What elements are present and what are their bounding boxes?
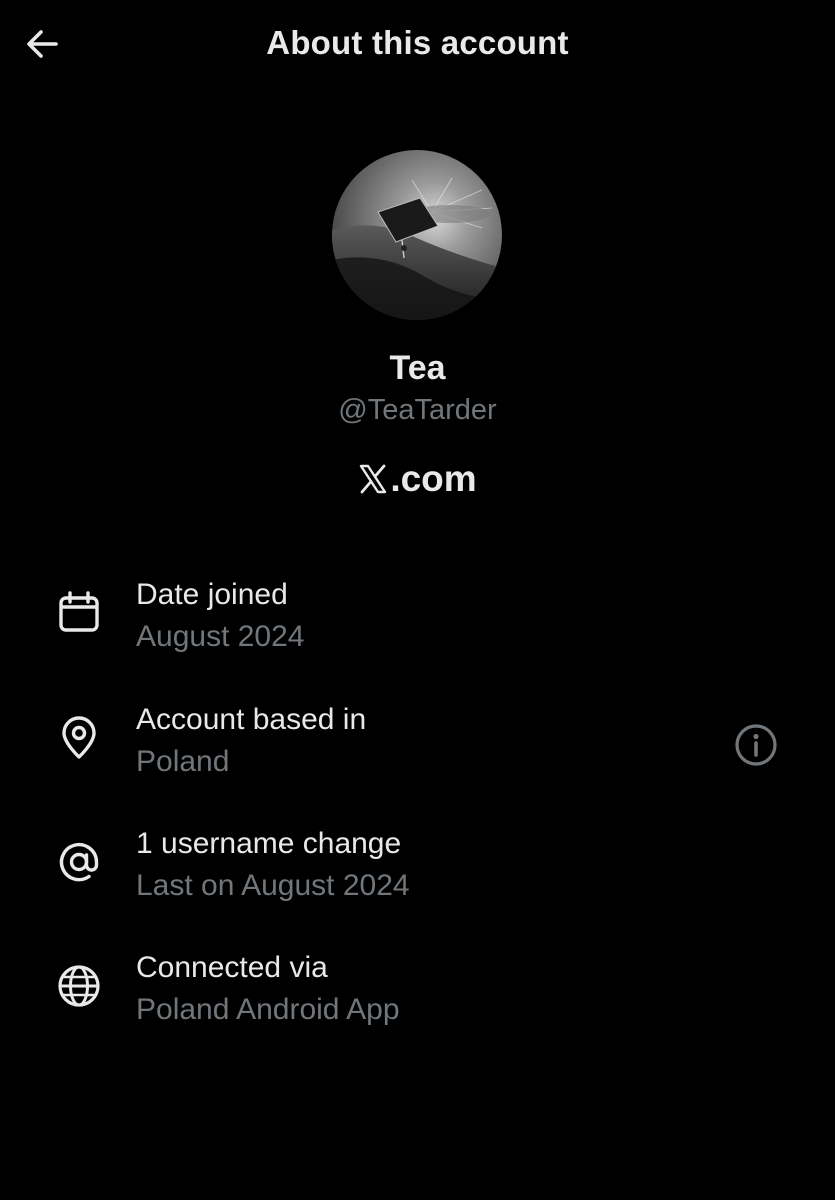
detail-row-date-joined: Date joined August 2024 — [0, 578, 835, 678]
info-icon — [735, 724, 777, 766]
platform-label: .com — [0, 458, 835, 500]
at-sign-icon — [56, 839, 102, 885]
detail-row-username-change: 1 username change Last on August 2024 — [0, 827, 835, 927]
calendar-icon — [56, 590, 102, 636]
location-pin-icon — [56, 715, 102, 761]
avatar-image — [332, 150, 502, 320]
detail-row-account-based-in: Account based in Poland — [0, 703, 835, 803]
detail-value: Poland Android App — [136, 993, 400, 1026]
detail-label: Connected via — [136, 951, 328, 984]
detail-value: Poland — [136, 745, 230, 778]
page-title: About this account — [266, 24, 569, 61]
top-bar: About this account — [0, 0, 835, 88]
detail-label: Account based in — [136, 703, 367, 736]
detail-label: 1 username change — [136, 827, 402, 860]
detail-row-connected-via: Connected via Poland Android App — [0, 951, 835, 1051]
x-logo-icon — [360, 464, 387, 494]
platform-suffix: .com — [390, 458, 477, 499]
detail-value: Last on August 2024 — [136, 869, 410, 902]
username-handle: @TeaTarder — [338, 394, 497, 426]
detail-label: Date joined — [136, 578, 288, 611]
globe-icon — [56, 963, 102, 1009]
display-name: Tea — [389, 349, 446, 387]
info-button[interactable] — [732, 721, 780, 769]
detail-value: August 2024 — [136, 620, 305, 653]
avatar[interactable] — [332, 150, 502, 320]
